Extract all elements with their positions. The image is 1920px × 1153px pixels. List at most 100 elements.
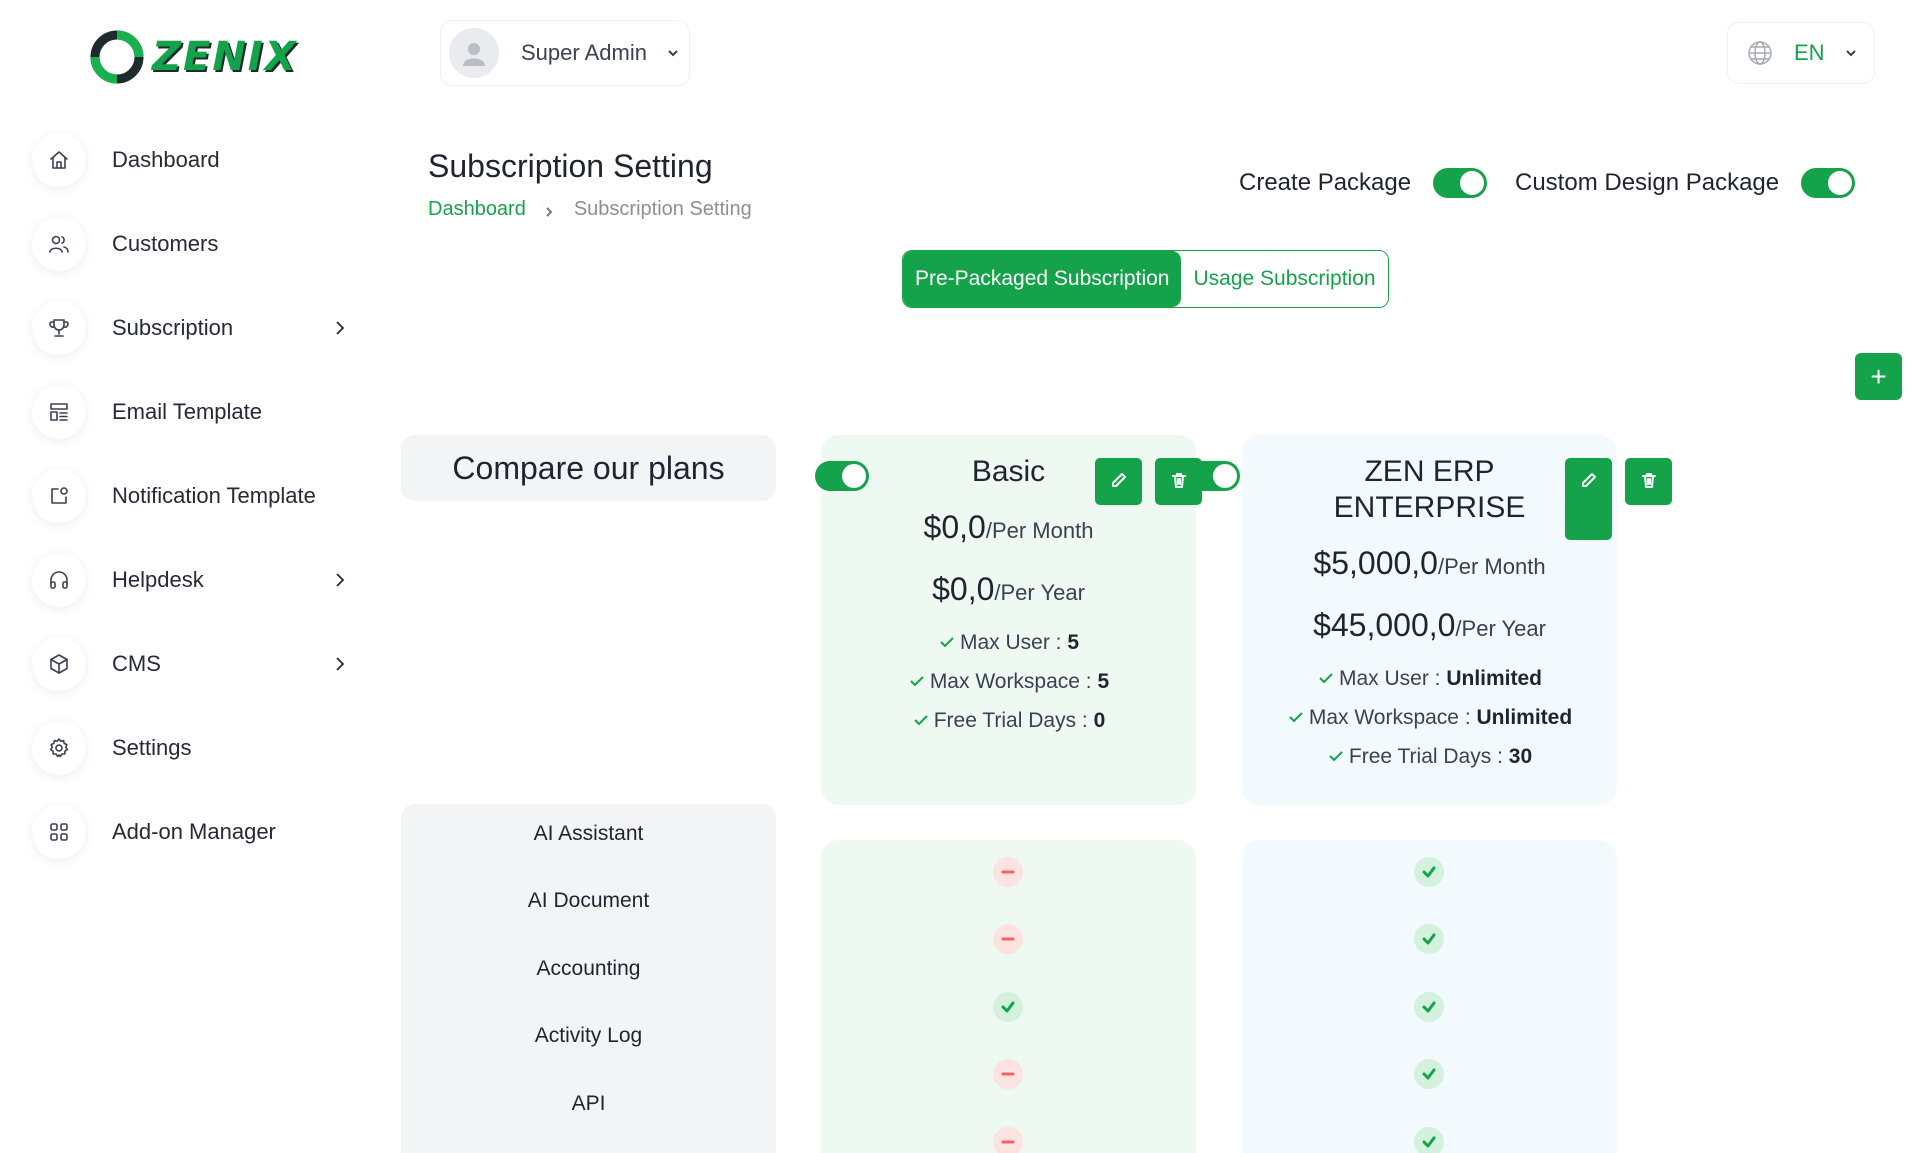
logo-wordmark: ZENIX [152, 34, 298, 80]
home-icon [32, 133, 86, 187]
feature-label: Max Workspace : [929, 670, 1092, 693]
feature-list: AI Assistant AI Document Accounting Acti… [401, 804, 776, 1153]
custom-design-package-toggle-group: Custom Design Package [1515, 168, 1856, 198]
feature-unavailable-icon [993, 857, 1023, 887]
feature-label: Free Trial Days : [1348, 745, 1503, 768]
create-package-toggle[interactable] [1433, 168, 1488, 198]
add-package-button[interactable]: + [1855, 353, 1902, 400]
check-icon [1319, 673, 1333, 684]
create-package-label: Create Package [1239, 169, 1412, 196]
sidebar-item-label: CMS [112, 651, 161, 676]
plan-enterprise-feature-marks [1242, 840, 1617, 1153]
feature-name: AI Assistant [533, 822, 644, 845]
plan-max-user: Max User : 5 [821, 631, 1196, 655]
chevron-right-icon [328, 568, 352, 592]
price-value: $45,000,0 [1313, 607, 1456, 643]
sidebar-item-email-template[interactable]: Email Template [32, 382, 352, 442]
sidebar-item-helpdesk[interactable]: Helpdesk [32, 550, 352, 610]
sidebar-item-label: Settings [112, 735, 192, 760]
feature-label: Max Workspace : [1308, 706, 1471, 729]
gear-icon [32, 721, 86, 775]
plan-trial-days: Free Trial Days : 30 [1242, 745, 1617, 769]
feature-label: Max User : [1338, 667, 1441, 690]
sidebar-item-customers[interactable]: Customers [32, 214, 352, 274]
feature-unavailable-icon [993, 924, 1023, 954]
sidebar-item-subscription[interactable]: Subscription [32, 298, 352, 358]
feature-value: Unlimited [1446, 667, 1543, 690]
feature-value: 5 [1067, 631, 1080, 654]
price-period: /Per Month [985, 518, 1094, 543]
template-icon [32, 385, 86, 439]
sidebar-item-label: Helpdesk [112, 567, 204, 592]
app-root: ZENIX Dashboard Customers Subscription E… [0, 0, 1920, 1153]
feature-available-icon [1414, 992, 1444, 1022]
sidebar-item-label: Dashboard [112, 147, 220, 172]
feature-available-icon [1414, 1127, 1444, 1153]
chevron-right-icon [542, 202, 558, 218]
sidebar-item-label: Add-on Manager [112, 819, 276, 844]
feature-name: API [571, 1092, 606, 1115]
pencil-icon [1111, 473, 1126, 487]
plan-basic-edit-button[interactable] [1095, 458, 1142, 505]
logo-mark-icon [88, 28, 146, 86]
plan-max-workspace: Max Workspace : 5 [821, 670, 1196, 694]
custom-design-package-toggle[interactable] [1801, 168, 1856, 198]
plan-trial-days: Free Trial Days : 0 [821, 709, 1196, 733]
feature-available-icon [993, 992, 1023, 1022]
check-icon [910, 676, 924, 687]
plan-card-enterprise: ZEN ERP ENTERPRISE $5,000,0/Per Month $4… [1242, 435, 1617, 805]
sidebar-item-addon-manager[interactable]: Add-on Manager [32, 802, 352, 862]
trophy-icon [32, 301, 86, 355]
plan-price-month: $0,0/Per Month [821, 509, 1196, 546]
sidebar-item-cms[interactable]: CMS [32, 634, 352, 694]
check-icon [913, 715, 928, 726]
custom-design-package-label: Custom Design Package [1515, 169, 1780, 196]
plan-max-user: Max User : Unlimited [1242, 667, 1617, 691]
compare-plans-heading: Compare our plans [401, 435, 776, 501]
feature-value: 30 [1508, 745, 1533, 768]
sidebar-item-notification-template[interactable]: Notification Template [32, 466, 352, 526]
plan-basic-feature-marks [821, 840, 1196, 1153]
price-period: /Per Month [1437, 554, 1546, 579]
breadcrumb-current: Subscription Setting [573, 198, 752, 220]
plan-enterprise-enable-toggle[interactable] [1186, 461, 1240, 491]
chevron-down-icon [665, 45, 681, 61]
breadcrumb: Dashboard Subscription Setting [428, 198, 752, 221]
plan-basic-enable-toggle[interactable] [815, 461, 869, 491]
brand-logo[interactable]: ZENIX [88, 28, 298, 86]
chevron-right-icon [328, 652, 352, 676]
sidebar-item-dashboard[interactable]: Dashboard [32, 130, 352, 190]
breadcrumb-dashboard-link[interactable]: Dashboard [428, 198, 526, 221]
notification-icon [32, 469, 86, 523]
user-menu-button[interactable]: Super Admin [440, 20, 690, 86]
user-icon [463, 43, 485, 66]
feature-available-icon [1414, 857, 1444, 887]
feature-unavailable-icon [993, 1059, 1023, 1089]
subscription-type-tabs: Pre-Packaged Subscription Usage Subscrip… [902, 250, 1389, 308]
feature-unavailable-icon [993, 1127, 1023, 1153]
tab-usage-subscription[interactable]: Usage Subscription [1181, 251, 1388, 307]
plan-price-month: $5,000,0/Per Month [1242, 545, 1617, 582]
check-icon [1329, 751, 1343, 762]
plan-name-line1: ZEN ERP [1364, 455, 1495, 488]
users-icon [32, 217, 86, 271]
price-period: /Per Year [1455, 616, 1546, 641]
language-selector[interactable]: EN [1727, 22, 1875, 84]
plan-price-year: $0,0/Per Year [821, 571, 1196, 608]
plan-price-year: $45,000,0/Per Year [1242, 607, 1617, 644]
feature-label: Max User : [959, 631, 1062, 654]
feature-label: Free Trial Days : [933, 709, 1088, 732]
headphones-icon [32, 553, 86, 607]
sidebar-item-settings[interactable]: Settings [32, 718, 352, 778]
pencil-icon [1581, 473, 1596, 487]
tab-pre-packaged-subscription[interactable]: Pre-Packaged Subscription [903, 251, 1182, 307]
chevron-right-icon [328, 316, 352, 340]
feature-value: 5 [1097, 670, 1110, 693]
check-icon [940, 637, 954, 648]
price-value: $5,000,0 [1313, 545, 1438, 581]
plan-enterprise-edit-button[interactable] [1565, 458, 1612, 540]
plan-max-workspace: Max Workspace : Unlimited [1242, 706, 1617, 730]
apps-icon [32, 805, 86, 859]
plan-enterprise-delete-button[interactable] [1625, 458, 1672, 505]
feature-value: Unlimited [1476, 706, 1573, 729]
